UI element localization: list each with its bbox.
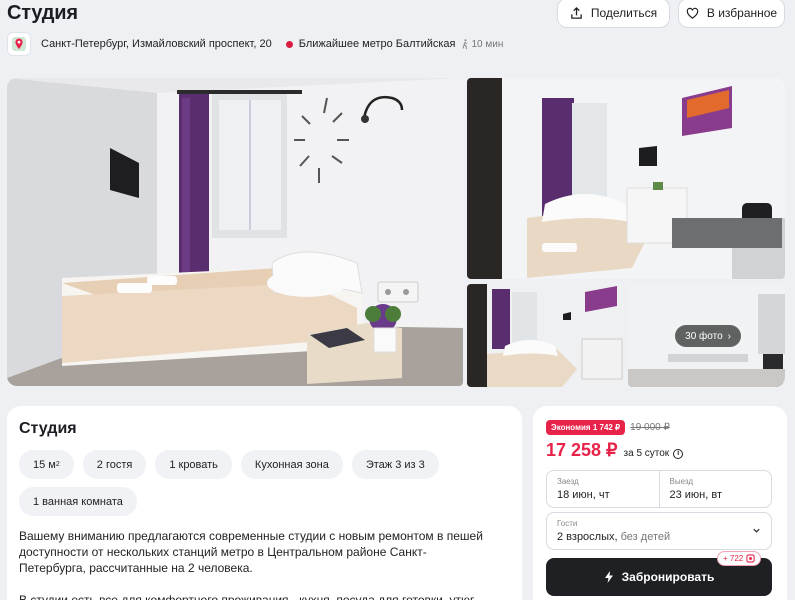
book-label: Забронировать — [621, 570, 715, 584]
chip-guests: 2 гостя — [82, 450, 147, 479]
checkout-value: 23 июн, вт — [669, 489, 723, 501]
share-label: Поделиться — [590, 6, 658, 20]
share-button[interactable]: Поделиться — [557, 0, 670, 28]
map-pin-icon[interactable] — [7, 32, 31, 56]
description-card: Студия 15 м2 2 гостя 1 кровать Кухонная … — [7, 406, 522, 600]
checkin-label: Заезд — [557, 477, 579, 486]
guests-label: Гости — [557, 519, 578, 528]
description-text: Вашему вниманию предлагаются современные… — [19, 528, 489, 600]
price-note-label: за 5 суток — [623, 448, 670, 459]
chip-area-sup: 2 — [55, 461, 60, 468]
discount-badge: Экономия 1 742 ₽ — [546, 420, 626, 435]
gallery-photo-3[interactable] — [467, 284, 624, 387]
bonus-label: + 722 — [723, 554, 744, 563]
bonus-badge: + 722 — [717, 551, 762, 566]
gallery-photo-2[interactable] — [467, 78, 785, 279]
description-title: Студия — [19, 420, 77, 437]
description-paragraph-2: В студии есть все для комфортного прожив… — [19, 593, 475, 600]
guests-children: без детей — [620, 531, 671, 543]
walk-icon — [463, 39, 468, 49]
guests-adults: 2 взрослых, — [557, 531, 618, 543]
old-price: 19 000 ₽ — [630, 422, 670, 433]
guests-value: 2 взрослых, без детей — [557, 531, 761, 543]
description-paragraph-1: Вашему вниманию предлагаются современные… — [19, 529, 483, 575]
favorite-button[interactable]: В избранное — [678, 0, 785, 28]
guests-select[interactable]: Гости 2 взрослых, без детей — [546, 512, 772, 550]
chip-area-label: 15 м — [33, 458, 56, 471]
chip-beds: 1 кровать — [155, 450, 232, 479]
gallery-photo-4[interactable]: 30 фото › — [628, 284, 785, 387]
favorite-label: В избранное — [706, 6, 778, 20]
walk-time: 10 мин — [461, 39, 503, 50]
dates-picker: Заезд 18 июн, чт Выезд 23 июн, вт — [546, 470, 772, 508]
chip-area: 15 м2 — [19, 450, 74, 479]
lightning-icon — [604, 571, 613, 583]
current-price: 17 258 ₽ — [546, 440, 618, 460]
page-title: Студия — [7, 2, 78, 24]
chevron-right-icon: › — [727, 330, 731, 342]
more-photos-label: 30 фото — [685, 330, 723, 342]
price-note: за 5 суток i — [624, 448, 684, 459]
main-photo[interactable] — [7, 78, 463, 386]
header: Студия Поделиться В избранное Санкт-Пете… — [0, 0, 795, 70]
booking-card: Экономия 1 742 ₽ 19 000 ₽ 17 258 ₽ за 5 … — [533, 406, 787, 600]
share-icon — [571, 6, 582, 19]
metro-dot-icon — [285, 40, 293, 48]
checkin-value: 18 июн, чт — [557, 489, 610, 501]
address: Санкт-Петербург, Измайловский проспект, … — [41, 38, 272, 50]
chevron-down-icon — [753, 528, 760, 533]
checkout-field[interactable]: Выезд 23 июн, вт — [658, 471, 772, 507]
checkin-field[interactable]: Заезд 18 июн, чт — [547, 471, 659, 507]
location-row: Санкт-Петербург, Измайловский проспект, … — [7, 31, 503, 57]
chip-floor: Этаж 3 из 3 — [351, 450, 439, 479]
metro-station: Ближайшее метро Балтийская — [298, 38, 456, 50]
more-photos-button[interactable]: 30 фото › — [675, 325, 741, 347]
bonus-icon — [746, 554, 755, 563]
info-icon[interactable]: i — [673, 448, 684, 459]
chip-kitchen: Кухонная зона — [240, 450, 343, 479]
walk-time-label: 10 мин — [471, 38, 504, 50]
chip-bathroom: 1 ванная комната — [19, 487, 137, 516]
heart-icon — [686, 7, 699, 19]
amenity-chips: 15 м2 2 гостя 1 кровать Кухонная зона Эт… — [19, 450, 519, 516]
checkout-label: Выезд — [669, 477, 694, 486]
